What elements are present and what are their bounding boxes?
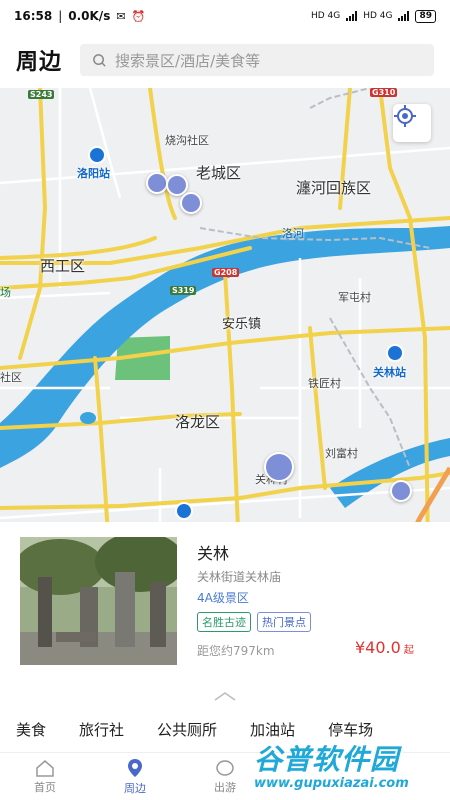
district-label: 洛龙区 <box>175 413 221 431</box>
search-icon <box>93 53 106 67</box>
train-station-icon[interactable] <box>175 502 193 520</box>
station-label[interactable]: 洛阳站 <box>77 165 110 181</box>
signal-icon <box>346 11 358 21</box>
village-label: 场 <box>0 286 11 299</box>
scenic-name: 关林 <box>197 544 230 563</box>
district-label: 老城区 <box>196 164 242 182</box>
watermark-title: 谷普软件园 <box>254 743 400 776</box>
status-time: 16:58 <box>14 9 53 23</box>
scenic-distance: 距您约797km <box>197 644 275 658</box>
price-unit: 起 <box>403 645 414 656</box>
drawer-handle[interactable] <box>0 682 450 710</box>
tab-label-home: 首页 <box>34 780 56 794</box>
scenic-spot-marker[interactable] <box>264 452 294 482</box>
category-travel-agency[interactable]: 旅行社 <box>79 719 124 740</box>
village-label: 军屯村 <box>338 291 371 304</box>
chevron-up-icon <box>214 692 236 701</box>
category-toilet[interactable]: 公共厕所 <box>157 719 217 740</box>
signal-icon-2 <box>398 11 410 21</box>
village-label: 刘富村 <box>325 447 358 460</box>
header: 周边 搜索景区/酒店/美食等 <box>0 32 450 88</box>
home-icon <box>36 759 54 777</box>
tab-nearby[interactable]: 周边 <box>90 753 180 800</box>
road-badge-s243: S243 <box>28 90 55 99</box>
scenic-spot-marker[interactable] <box>390 480 412 502</box>
village-label: 烧沟社区 <box>165 134 209 147</box>
river-label: 洛河 <box>282 227 304 240</box>
scenic-address: 关林街道关林庙 <box>197 570 282 584</box>
road-badge-g208: G208 <box>212 268 240 277</box>
watermark: 谷普软件园 www.gupuxiazai.com <box>248 736 450 800</box>
tag-historic: 名胜古迹 <box>197 612 251 632</box>
price-value: ¥40.0 <box>355 638 401 657</box>
search-input[interactable]: 搜索景区/酒店/美食等 <box>80 44 434 76</box>
village-label: 铁匠村 <box>308 377 341 390</box>
district-label: 瀍河回族区 <box>296 179 372 197</box>
notification-icon: ✉ <box>116 9 126 23</box>
crosshair-icon <box>394 105 416 127</box>
page-title: 周边 <box>16 50 63 75</box>
town-label: 安乐镇 <box>222 317 262 332</box>
location-pin-icon <box>128 758 142 777</box>
tab-home[interactable]: 首页 <box>0 753 90 800</box>
scenic-tags: 名胜古迹 热门景点 <box>197 612 311 632</box>
category-food[interactable]: 美食 <box>16 719 46 740</box>
station-label[interactable]: 关林站 <box>373 364 406 380</box>
tab-label-nearby: 周边 <box>124 781 146 795</box>
signal-label-2: HD 4G <box>363 11 393 21</box>
status-bar: 16:58 | 0.0K/s ✉ ⏰ HD 4G HD 4G 89 <box>0 0 450 32</box>
scenic-price: ¥40.0 起 <box>355 638 414 657</box>
travel-icon <box>216 759 234 776</box>
locate-button[interactable] <box>393 104 431 142</box>
train-station-icon[interactable] <box>88 146 106 164</box>
scenic-spot-marker[interactable] <box>146 172 168 194</box>
tab-label-travel: 出游 <box>214 780 236 794</box>
scenic-grade: 4A级景区 <box>197 591 249 605</box>
alarm-icon: ⏰ <box>131 9 146 23</box>
district-label: 西工区 <box>40 257 86 275</box>
scenic-spot-marker[interactable] <box>180 192 202 214</box>
scenic-photo <box>20 537 177 665</box>
scenic-card[interactable]: 关林 关林街道关林庙 4A级景区 名胜古迹 热门景点 距您约797km ¥40.… <box>0 522 450 682</box>
battery-icon: 89 <box>415 9 436 23</box>
road-badge-g310: G310 <box>370 88 398 97</box>
watermark-url: www.gupuxiazai.com <box>254 776 409 791</box>
signal-label-1: HD 4G <box>310 11 341 21</box>
village-label: 社区 <box>0 371 22 384</box>
search-placeholder: 搜索景区/酒店/美食等 <box>115 51 261 70</box>
train-station-icon[interactable] <box>386 344 404 362</box>
road-badge-s319: S319 <box>170 286 197 295</box>
tag-popular: 热门景点 <box>257 612 311 632</box>
network-speed: 0.0K/s <box>68 9 111 23</box>
